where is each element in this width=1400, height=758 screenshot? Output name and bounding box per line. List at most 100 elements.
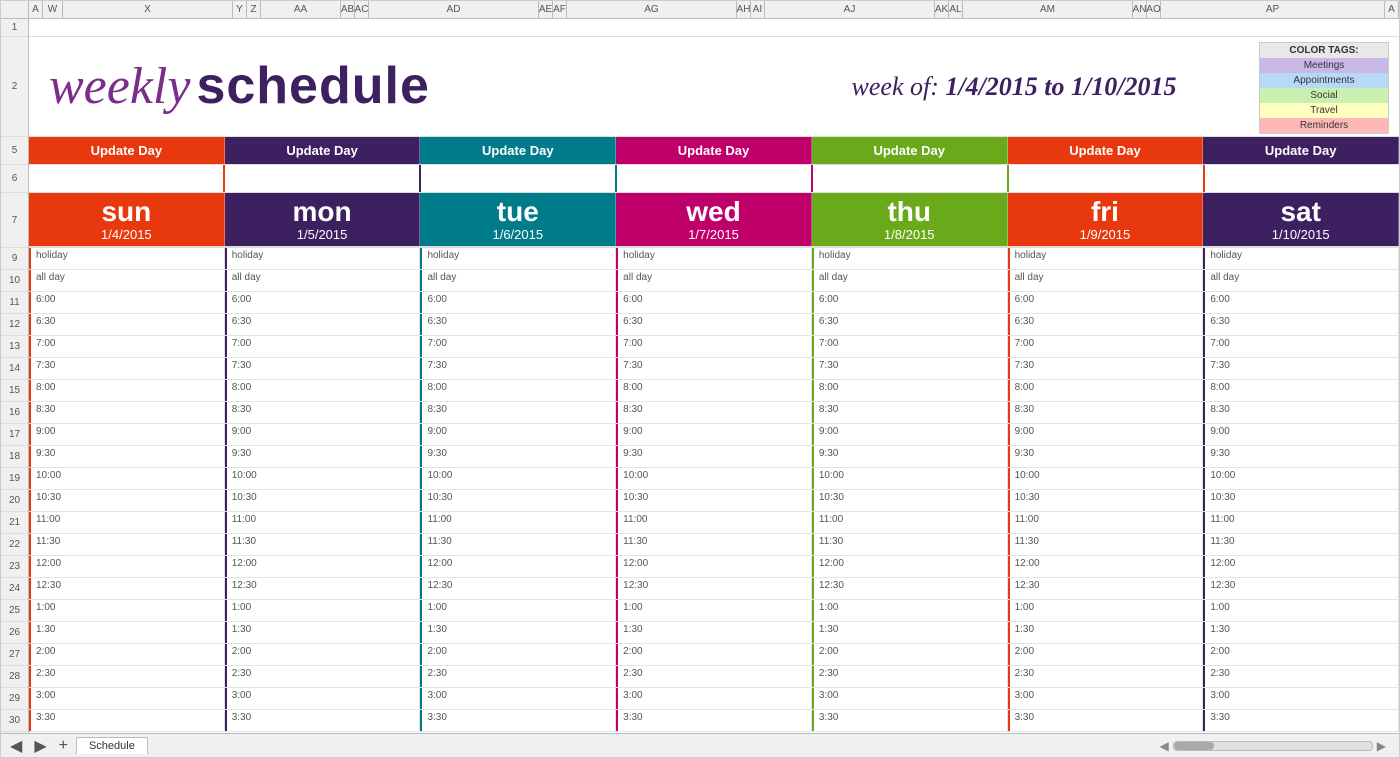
scroll-left-icon[interactable]: ◀ — [1160, 739, 1169, 753]
add-sheet-button[interactable]: + — [55, 737, 72, 755]
time-cell[interactable]: 9:00 — [1203, 424, 1399, 445]
time-cell[interactable]: 2:00 — [1203, 644, 1399, 665]
time-cell[interactable]: 11:00 — [616, 512, 812, 533]
time-cell[interactable]: holiday — [1008, 248, 1204, 269]
time-cell[interactable]: all day — [29, 270, 225, 291]
time-cell[interactable]: 6:30 — [1203, 314, 1399, 335]
time-cell[interactable]: 8:00 — [616, 380, 812, 401]
time-cell[interactable]: 10:30 — [1008, 490, 1204, 511]
time-cell[interactable]: 2:00 — [225, 644, 421, 665]
time-cell[interactable]: 1:30 — [420, 622, 616, 643]
horizontal-scrollbar[interactable] — [1173, 741, 1373, 751]
time-cell[interactable]: 2:00 — [420, 644, 616, 665]
time-cell[interactable]: 10:30 — [225, 490, 421, 511]
time-cell[interactable]: 3:30 — [812, 710, 1008, 731]
time-cell[interactable]: holiday — [225, 248, 421, 269]
time-cell[interactable]: all day — [1203, 270, 1399, 291]
time-cell[interactable]: 3:00 — [1203, 688, 1399, 709]
time-cell[interactable]: 12:30 — [225, 578, 421, 599]
time-cell[interactable]: holiday — [29, 248, 225, 269]
time-cell[interactable]: 9:00 — [616, 424, 812, 445]
update-day-mon[interactable]: Update Day — [225, 137, 421, 164]
time-cell[interactable]: 1:00 — [1203, 600, 1399, 621]
update-day-wed[interactable]: Update Day — [616, 137, 812, 164]
time-cell[interactable]: 12:30 — [616, 578, 812, 599]
time-cell[interactable]: 3:30 — [1203, 710, 1399, 731]
time-cell[interactable]: 7:30 — [420, 358, 616, 379]
time-cell[interactable]: 10:30 — [420, 490, 616, 511]
time-cell[interactable]: 3:00 — [1008, 688, 1204, 709]
update-day-sat[interactable]: Update Day — [1203, 137, 1399, 164]
time-cell[interactable]: all day — [1008, 270, 1204, 291]
time-cell[interactable]: 1:00 — [420, 600, 616, 621]
time-cell[interactable]: 8:30 — [812, 402, 1008, 423]
time-cell[interactable]: 6:30 — [29, 314, 225, 335]
time-cell[interactable]: 2:00 — [1008, 644, 1204, 665]
time-cell[interactable]: 12:00 — [225, 556, 421, 577]
time-cell[interactable]: 10:30 — [29, 490, 225, 511]
time-cell[interactable]: 11:30 — [616, 534, 812, 555]
time-cell[interactable]: 10:30 — [1203, 490, 1399, 511]
time-cell[interactable]: 11:30 — [812, 534, 1008, 555]
time-cell[interactable]: 11:30 — [1008, 534, 1204, 555]
time-cell[interactable]: 2:00 — [812, 644, 1008, 665]
time-cell[interactable]: 1:30 — [616, 622, 812, 643]
time-cell[interactable]: all day — [812, 270, 1008, 291]
time-cell[interactable]: 11:00 — [420, 512, 616, 533]
time-cell[interactable]: 1:30 — [1203, 622, 1399, 643]
time-cell[interactable]: 8:00 — [1203, 380, 1399, 401]
time-cell[interactable]: 7:30 — [1008, 358, 1204, 379]
time-cell[interactable]: 8:30 — [616, 402, 812, 423]
time-cell[interactable]: 10:00 — [29, 468, 225, 489]
time-cell[interactable]: holiday — [812, 248, 1008, 269]
time-cell[interactable]: 12:30 — [1008, 578, 1204, 599]
time-cell[interactable]: 6:30 — [225, 314, 421, 335]
time-cell[interactable]: 12:30 — [420, 578, 616, 599]
time-cell[interactable]: 6:00 — [1008, 292, 1204, 313]
sheet-tab-schedule[interactable]: Schedule — [76, 737, 148, 754]
time-cell[interactable]: 10:00 — [225, 468, 421, 489]
time-cell[interactable]: 7:30 — [812, 358, 1008, 379]
time-cell[interactable]: 1:30 — [1008, 622, 1204, 643]
time-cell[interactable]: 9:00 — [812, 424, 1008, 445]
time-cell[interactable]: 6:00 — [812, 292, 1008, 313]
time-cell[interactable]: 7:00 — [29, 336, 225, 357]
scroll-right-icon[interactable]: ▶ — [1377, 739, 1386, 753]
time-cell[interactable]: 6:00 — [616, 292, 812, 313]
time-cell[interactable]: 7:00 — [616, 336, 812, 357]
time-cell[interactable]: 12:00 — [29, 556, 225, 577]
time-cell[interactable]: 3:30 — [29, 710, 225, 731]
time-cell[interactable]: 12:00 — [1008, 556, 1204, 577]
time-cell[interactable]: 9:30 — [1203, 446, 1399, 467]
time-cell[interactable]: 10:00 — [616, 468, 812, 489]
time-cell[interactable]: 11:00 — [1203, 512, 1399, 533]
calendar-scroll[interactable]: weekly schedule week of: 1/4/2015 to 1/1… — [29, 19, 1399, 733]
time-cell[interactable]: holiday — [616, 248, 812, 269]
time-cell[interactable]: 1:30 — [812, 622, 1008, 643]
time-cell[interactable]: 9:30 — [420, 446, 616, 467]
time-cell[interactable]: 11:30 — [1203, 534, 1399, 555]
time-cell[interactable]: 11:30 — [420, 534, 616, 555]
time-cell[interactable]: 3:00 — [812, 688, 1008, 709]
time-cell[interactable]: 9:00 — [29, 424, 225, 445]
time-cell[interactable]: 1:00 — [29, 600, 225, 621]
time-cell[interactable]: holiday — [420, 248, 616, 269]
time-cell[interactable]: 6:00 — [225, 292, 421, 313]
time-cell[interactable]: holiday — [1203, 248, 1399, 269]
time-cell[interactable]: 12:30 — [812, 578, 1008, 599]
time-cell[interactable]: 9:00 — [1008, 424, 1204, 445]
time-cell[interactable]: 8:30 — [1008, 402, 1204, 423]
time-cell[interactable]: 8:30 — [420, 402, 616, 423]
time-cell[interactable]: 6:30 — [420, 314, 616, 335]
time-cell[interactable]: 10:30 — [616, 490, 812, 511]
time-cell[interactable]: 10:00 — [1008, 468, 1204, 489]
time-cell[interactable]: 7:00 — [420, 336, 616, 357]
time-cell[interactable]: 1:30 — [225, 622, 421, 643]
time-cell[interactable]: 12:30 — [29, 578, 225, 599]
time-cell[interactable]: all day — [225, 270, 421, 291]
time-cell[interactable]: 12:30 — [1203, 578, 1399, 599]
time-cell[interactable]: 10:00 — [1203, 468, 1399, 489]
time-cell[interactable]: all day — [616, 270, 812, 291]
time-cell[interactable]: 12:00 — [812, 556, 1008, 577]
time-cell[interactable]: 9:30 — [1008, 446, 1204, 467]
